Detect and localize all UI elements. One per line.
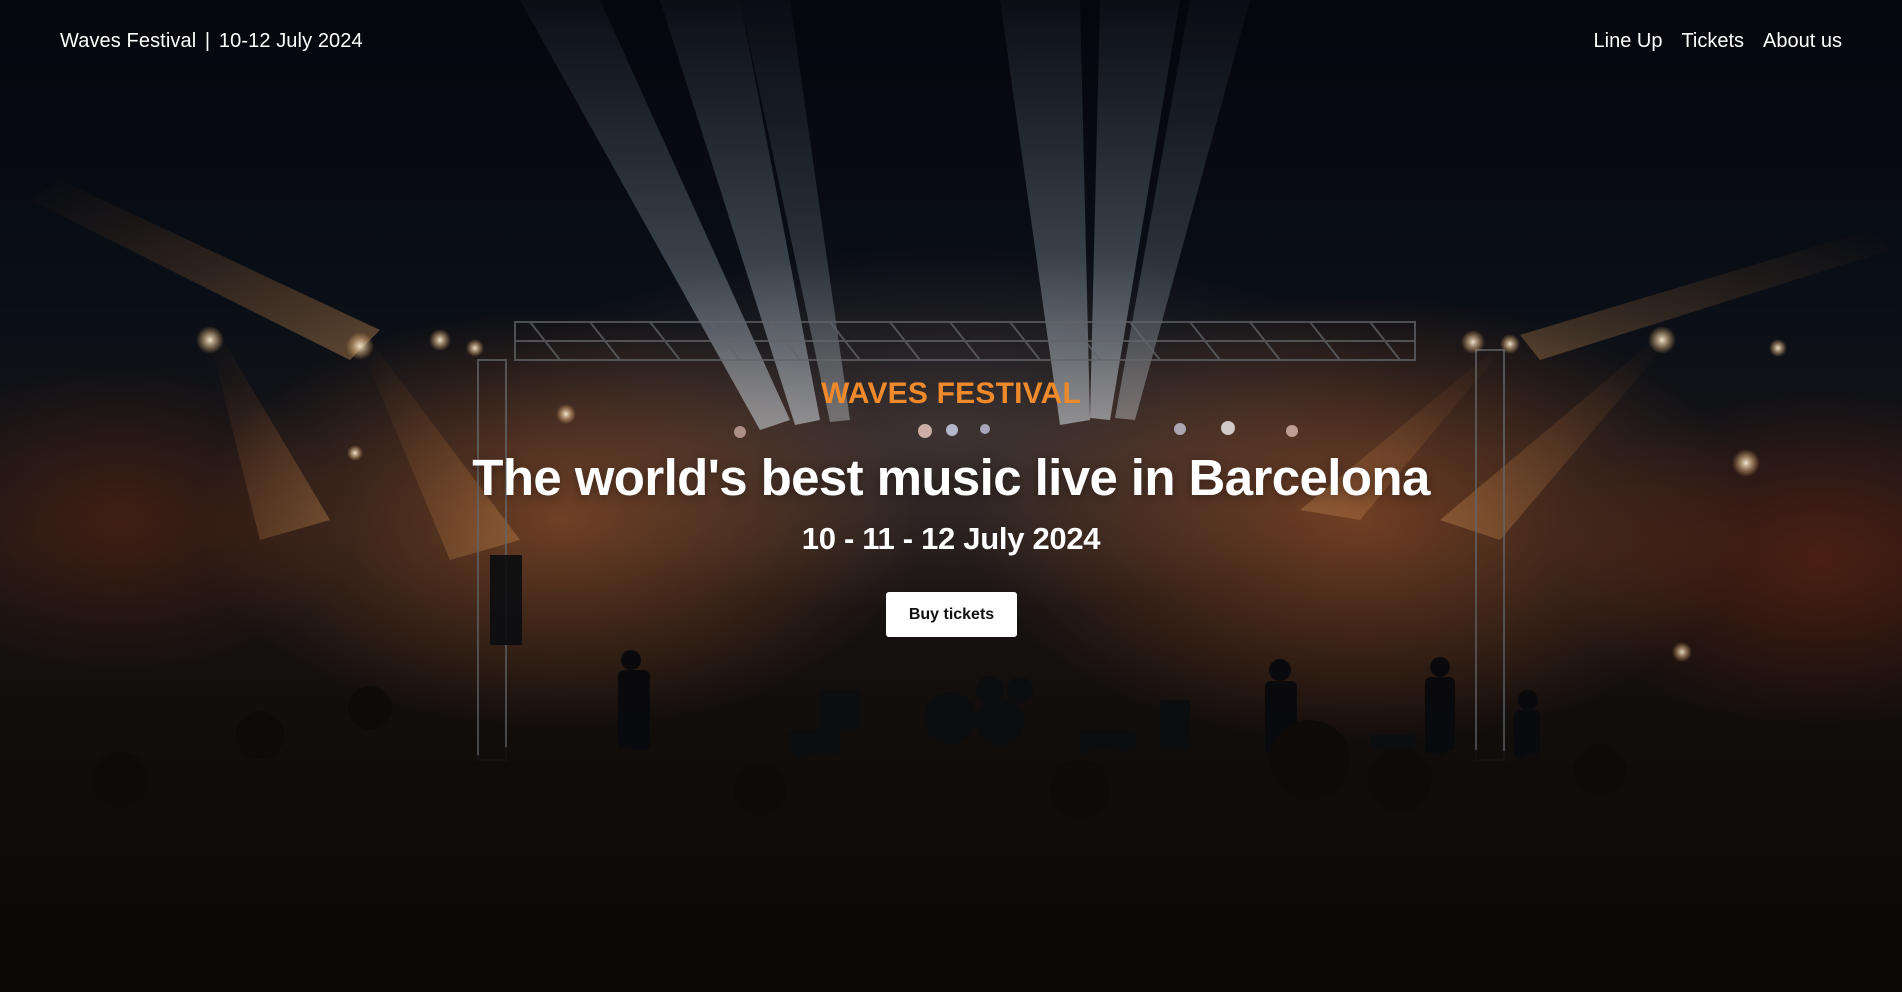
hero-eyebrow: WAVES FESTIVAL [820,377,1082,410]
site-brand[interactable]: Waves Festival | 10-12 July 2024 [60,30,363,53]
hero-dates: 10 - 11 - 12 July 2024 [801,521,1101,556]
brand-separator: | [204,30,211,52]
nav-item-about-us[interactable]: About us [1763,30,1842,53]
brand-name: Waves Festival [60,30,197,52]
landing-page: Waves Festival | 10-12 July 2024 Line Up… [0,0,1902,992]
brand-dates: 10-12 July 2024 [218,30,363,52]
nav-item-line-up[interactable]: Line Up [1594,30,1663,53]
buy-tickets-button[interactable]: Buy tickets [886,592,1017,637]
nav-item-tickets[interactable]: Tickets [1681,30,1744,53]
hero-headline: The world's best music live in Barcelona [472,449,1430,506]
main-nav: Line Up Tickets About us [1594,30,1843,53]
site-header: Waves Festival | 10-12 July 2024 Line Up… [0,0,1902,88]
